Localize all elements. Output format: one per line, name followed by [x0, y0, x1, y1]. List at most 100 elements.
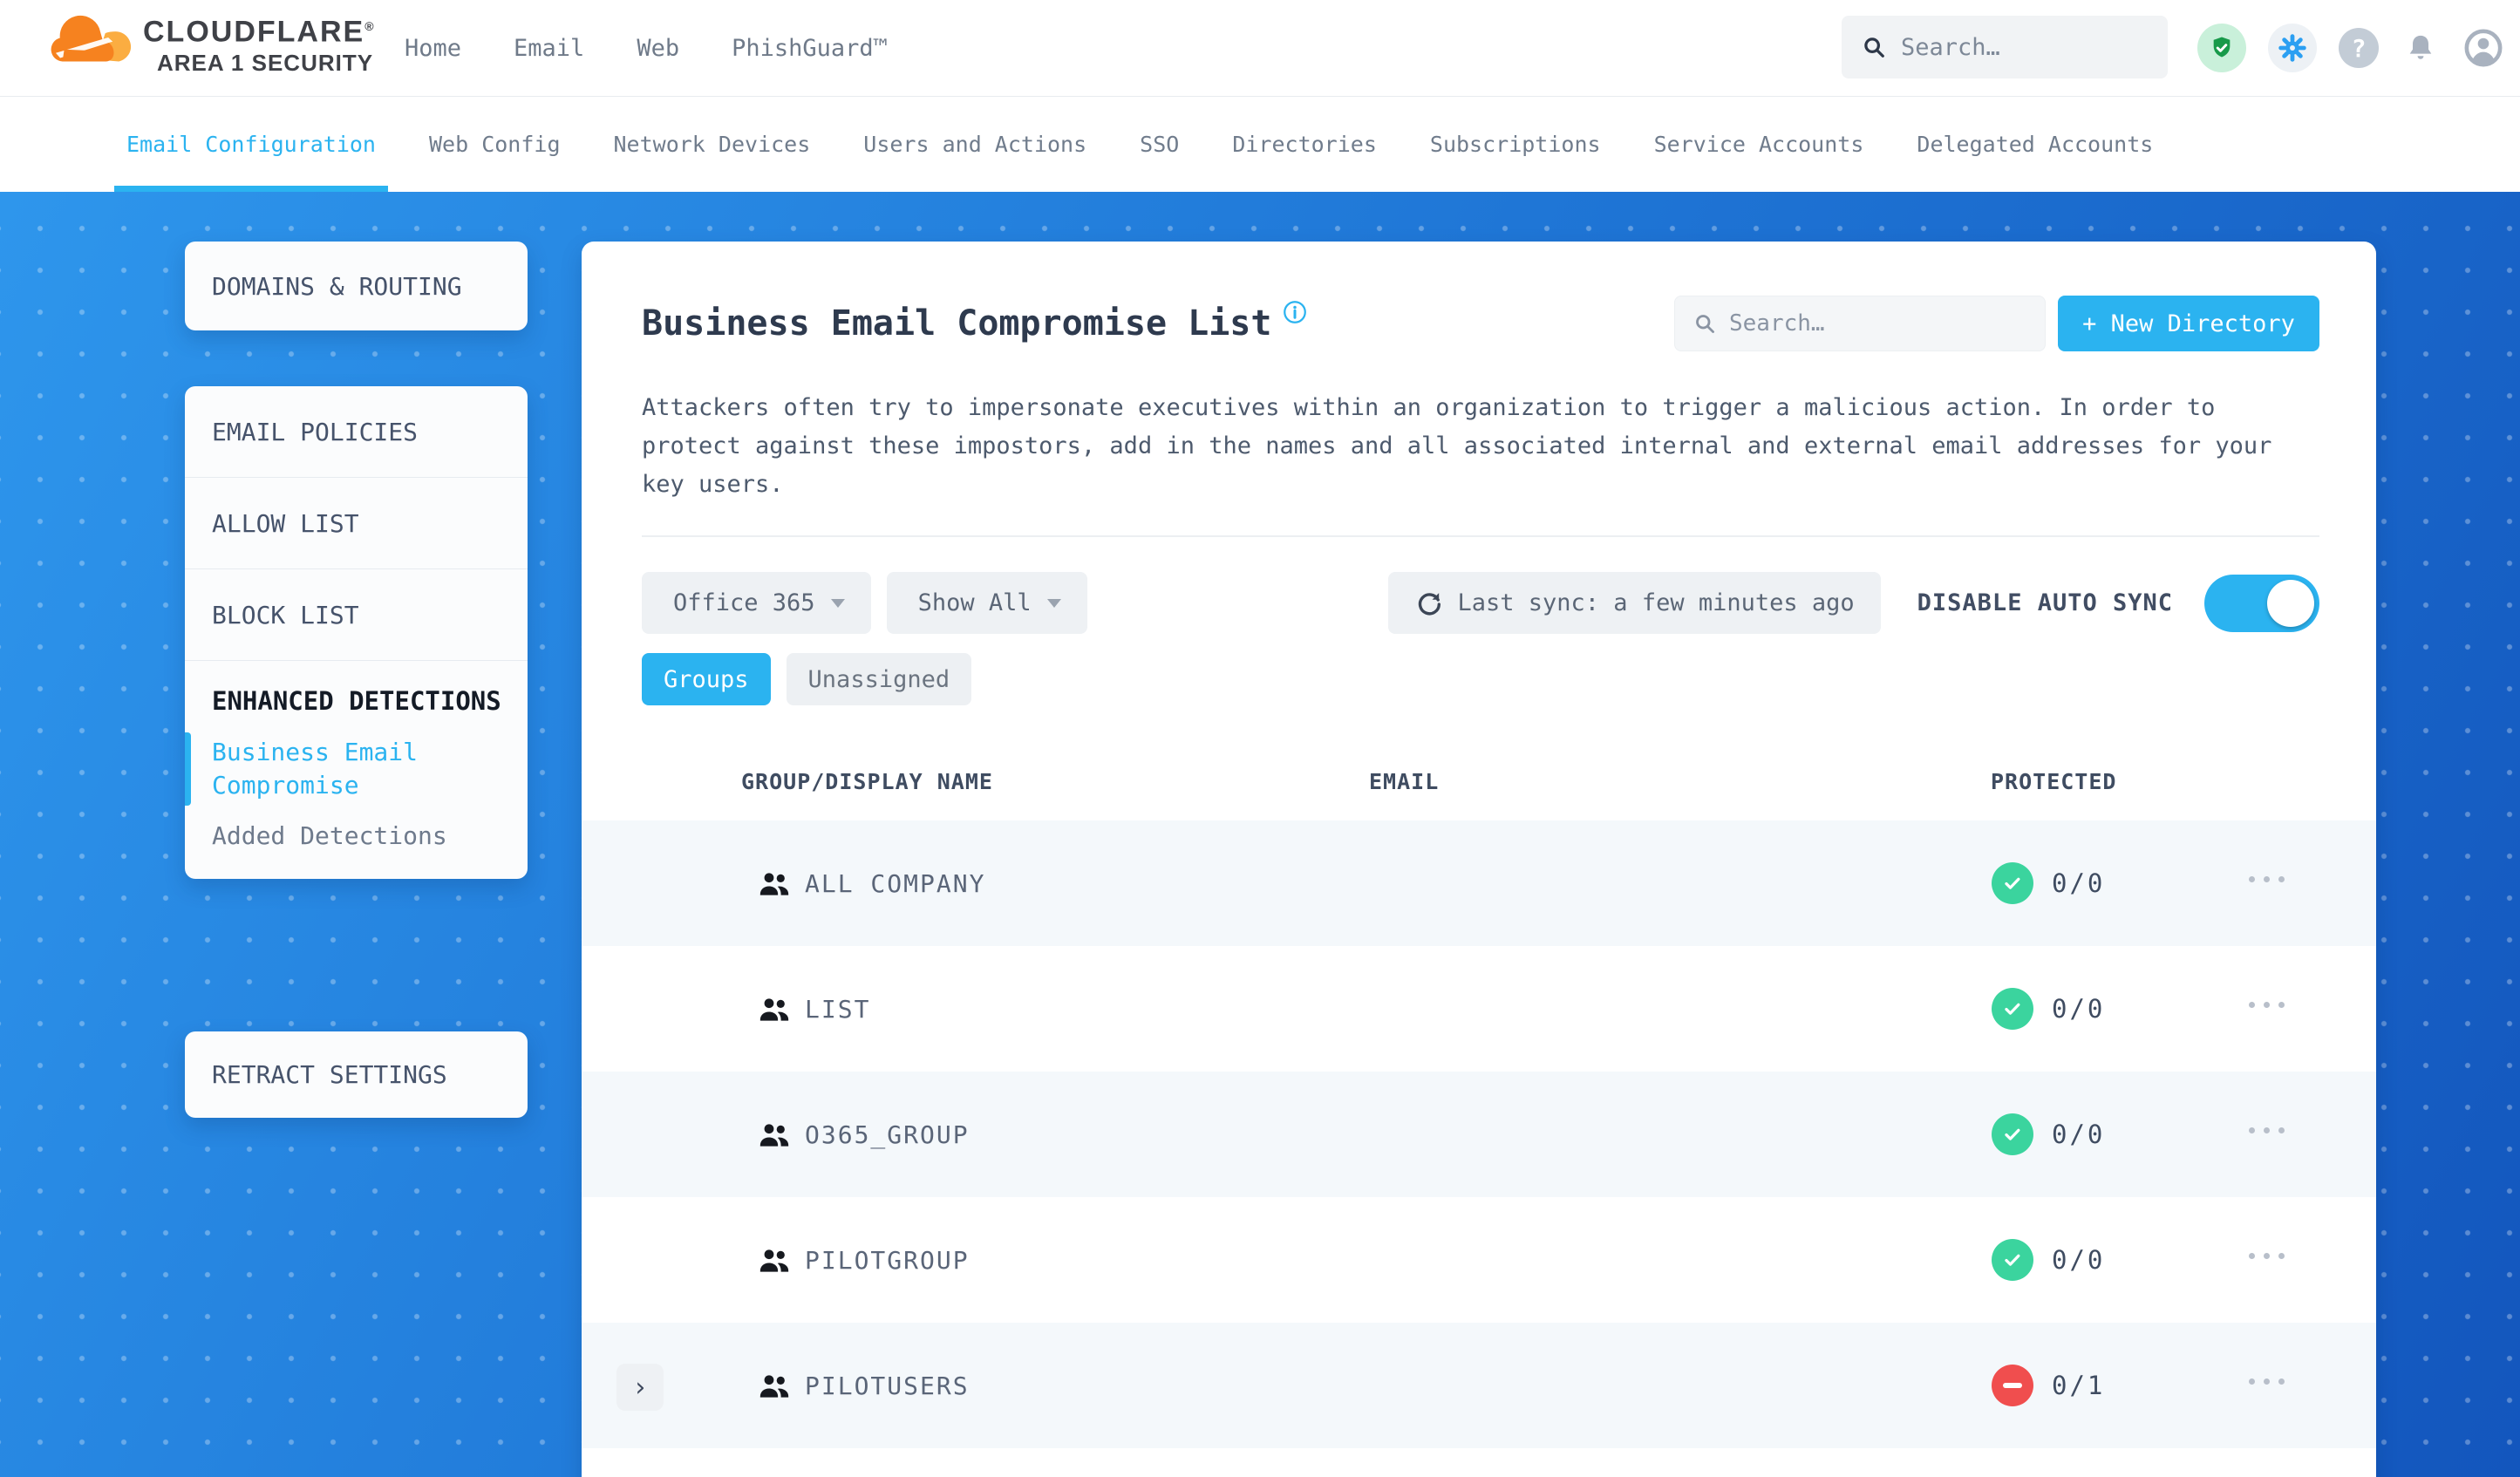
row-menu-button[interactable]	[2249, 1253, 2285, 1259]
caret-down-icon	[1046, 598, 1061, 608]
group-people-icon	[759, 873, 789, 895]
sidebar-item-enhanced-detections[interactable]: ENHANCED DETECTIONS	[185, 661, 528, 718]
sidebar-card-domains: DOMAINS & ROUTING	[185, 242, 528, 330]
protected-count: 0/1	[2052, 1371, 2106, 1400]
group-people-icon	[759, 998, 789, 1021]
last-sync-button[interactable]: Last sync: a few minutes ago	[1387, 572, 1881, 634]
cloudflare-cloud-icon	[51, 15, 132, 62]
row-menu-button[interactable]	[2249, 1378, 2285, 1385]
table-row[interactable]: › O365_GROUP 0/0	[582, 1072, 2376, 1197]
protected-status-icon	[1992, 1113, 2033, 1155]
protected-status-icon	[1992, 862, 2033, 904]
tab-sso[interactable]: SSO	[1140, 96, 1179, 192]
nav-email[interactable]: Email	[514, 35, 584, 62]
group-name: PILOTGROUP	[805, 1245, 970, 1275]
tab-users-and-actions[interactable]: Users and Actions	[863, 96, 1086, 192]
group-name: ALL COMPANY	[805, 868, 986, 898]
show-filter-dropdown[interactable]: Show All	[886, 572, 1087, 634]
table-header: GROUP/DISPLAY NAME EMAIL PROTECTED	[582, 705, 2376, 820]
row-menu-button[interactable]	[2249, 876, 2285, 882]
header-icon-cluster: ?	[2197, 0, 2504, 96]
primary-nav: Home Email Web PhishGuard™	[405, 0, 888, 96]
tab-directories[interactable]: Directories	[1232, 96, 1377, 192]
column-protected: PROTECTED	[1991, 769, 2117, 794]
search-icon	[1864, 37, 1884, 58]
divider	[642, 535, 2319, 537]
protected-status-icon	[1992, 988, 2033, 1030]
cloudflare-logo: CLOUDFLARE® AREA 1 SECURITY	[49, 9, 376, 77]
protected-status-icon	[1992, 1365, 2033, 1406]
sidebar-item-domains-routing[interactable]: DOMAINS & ROUTING	[185, 272, 462, 301]
group-name: LIST	[805, 994, 871, 1024]
sidebar-item-block-list[interactable]: BLOCK LIST	[185, 601, 359, 630]
column-group-display-name: GROUP/DISPLAY NAME	[741, 769, 993, 794]
protected-count: 0/0	[2052, 1245, 2106, 1275]
table-row[interactable]: › PILOTGROUP 0/0	[582, 1197, 2376, 1323]
content-area: DOMAINS & ROUTING EMAIL POLICIES ALLOW L…	[0, 192, 2520, 1477]
help-button[interactable]: ?	[2339, 28, 2379, 68]
tab-delegated-accounts[interactable]: Delegated Accounts	[1917, 96, 2153, 192]
sidebar-card-retract: RETRACT SETTINGS	[185, 1031, 528, 1118]
auto-sync-toggle[interactable]	[2204, 574, 2319, 632]
security-status-button[interactable]	[2197, 24, 2246, 72]
table-row[interactable]: › PILOTUSERS 0/1	[582, 1323, 2376, 1448]
global-search-input[interactable]: Search…	[1842, 16, 2168, 78]
group-people-icon	[759, 1375, 789, 1398]
new-directory-button[interactable]: + New Directory	[2058, 296, 2319, 351]
list-search-placeholder: Search…	[1729, 310, 1825, 337]
logo-subtitle: AREA 1 SECURITY	[157, 50, 374, 77]
sidebar-item-email-policies[interactable]: EMAIL POLICIES	[185, 418, 418, 446]
directory-dropdown[interactable]: Office 365	[642, 572, 871, 634]
main-panel: Business Email Compromise List Search… +…	[582, 242, 2376, 1477]
table-row[interactable]: › LIST 0/0	[582, 946, 2376, 1072]
group-people-icon	[759, 1249, 789, 1272]
refresh-icon	[1418, 592, 1440, 615]
settings-button[interactable]	[2268, 24, 2317, 72]
page-description: Attackers often try to impersonate execu…	[642, 394, 2272, 498]
account-icon	[2464, 29, 2503, 67]
shield-check-icon	[2213, 37, 2231, 58]
question-mark-icon: ?	[2351, 33, 2367, 63]
account-button[interactable]	[2462, 27, 2504, 69]
sidebar-card-policies: EMAIL POLICIES ALLOW LIST BLOCK LIST ENH…	[185, 386, 528, 879]
sidebar-item-added-detections[interactable]: Added Detections	[185, 820, 503, 853]
tab-subscriptions[interactable]: Subscriptions	[1430, 96, 1601, 192]
expand-row-button[interactable]: ›	[616, 1364, 664, 1411]
sidebar-item-allow-list[interactable]: ALLOW LIST	[185, 509, 359, 538]
tab-network-devices[interactable]: Network Devices	[614, 96, 811, 192]
minus-icon	[2003, 1383, 2022, 1388]
secondary-nav: Email Configuration Web Config Network D…	[0, 96, 2520, 192]
group-name: O365_GROUP	[805, 1120, 970, 1149]
group-people-icon	[759, 1124, 789, 1147]
table-row[interactable]: › ALL COMPANY 0/0	[582, 820, 2376, 946]
tab-email-configuration[interactable]: Email Configuration	[114, 96, 388, 192]
tab-service-accounts[interactable]: Service Accounts	[1654, 96, 1864, 192]
notifications-button[interactable]	[2401, 28, 2441, 68]
tab-groups[interactable]: Groups	[642, 653, 771, 705]
info-icon[interactable]	[1282, 299, 1308, 329]
row-menu-button[interactable]	[2249, 1002, 2285, 1008]
notifications-bell-icon	[2409, 35, 2432, 59]
tab-unassigned[interactable]: Unassigned	[786, 653, 972, 705]
toggle-knob	[2267, 579, 2314, 627]
nav-web[interactable]: Web	[637, 35, 679, 62]
group-name: PILOTUSERS	[805, 1371, 970, 1400]
nav-phishguard[interactable]: PhishGuard™	[732, 35, 888, 62]
auto-sync-label: DISABLE AUTO SYNC	[1917, 589, 2173, 616]
logo-brand: CLOUDFLARE®	[143, 15, 376, 49]
protected-status-icon	[1992, 1239, 2033, 1281]
sidebar-item-retract-settings[interactable]: RETRACT SETTINGS	[185, 1060, 447, 1089]
nav-home[interactable]: Home	[405, 35, 461, 62]
protected-count: 0/0	[2052, 994, 2106, 1024]
search-icon	[1696, 315, 1714, 333]
sidebar-item-business-email-compromise[interactable]: Business Email Compromise	[185, 732, 503, 806]
app-window: CLOUDFLARE® AREA 1 SECURITY Home Email W…	[0, 0, 2520, 1477]
tab-web-config[interactable]: Web Config	[429, 96, 561, 192]
list-search-input[interactable]: Search…	[1674, 296, 2046, 351]
page-title: Business Email Compromise List	[642, 303, 1272, 344]
protected-count: 0/0	[2052, 1120, 2106, 1149]
protected-count: 0/0	[2052, 868, 2106, 898]
top-bar: CLOUDFLARE® AREA 1 SECURITY Home Email W…	[0, 0, 2520, 97]
chevron-right-icon: ›	[631, 1372, 649, 1403]
row-menu-button[interactable]	[2249, 1127, 2285, 1133]
